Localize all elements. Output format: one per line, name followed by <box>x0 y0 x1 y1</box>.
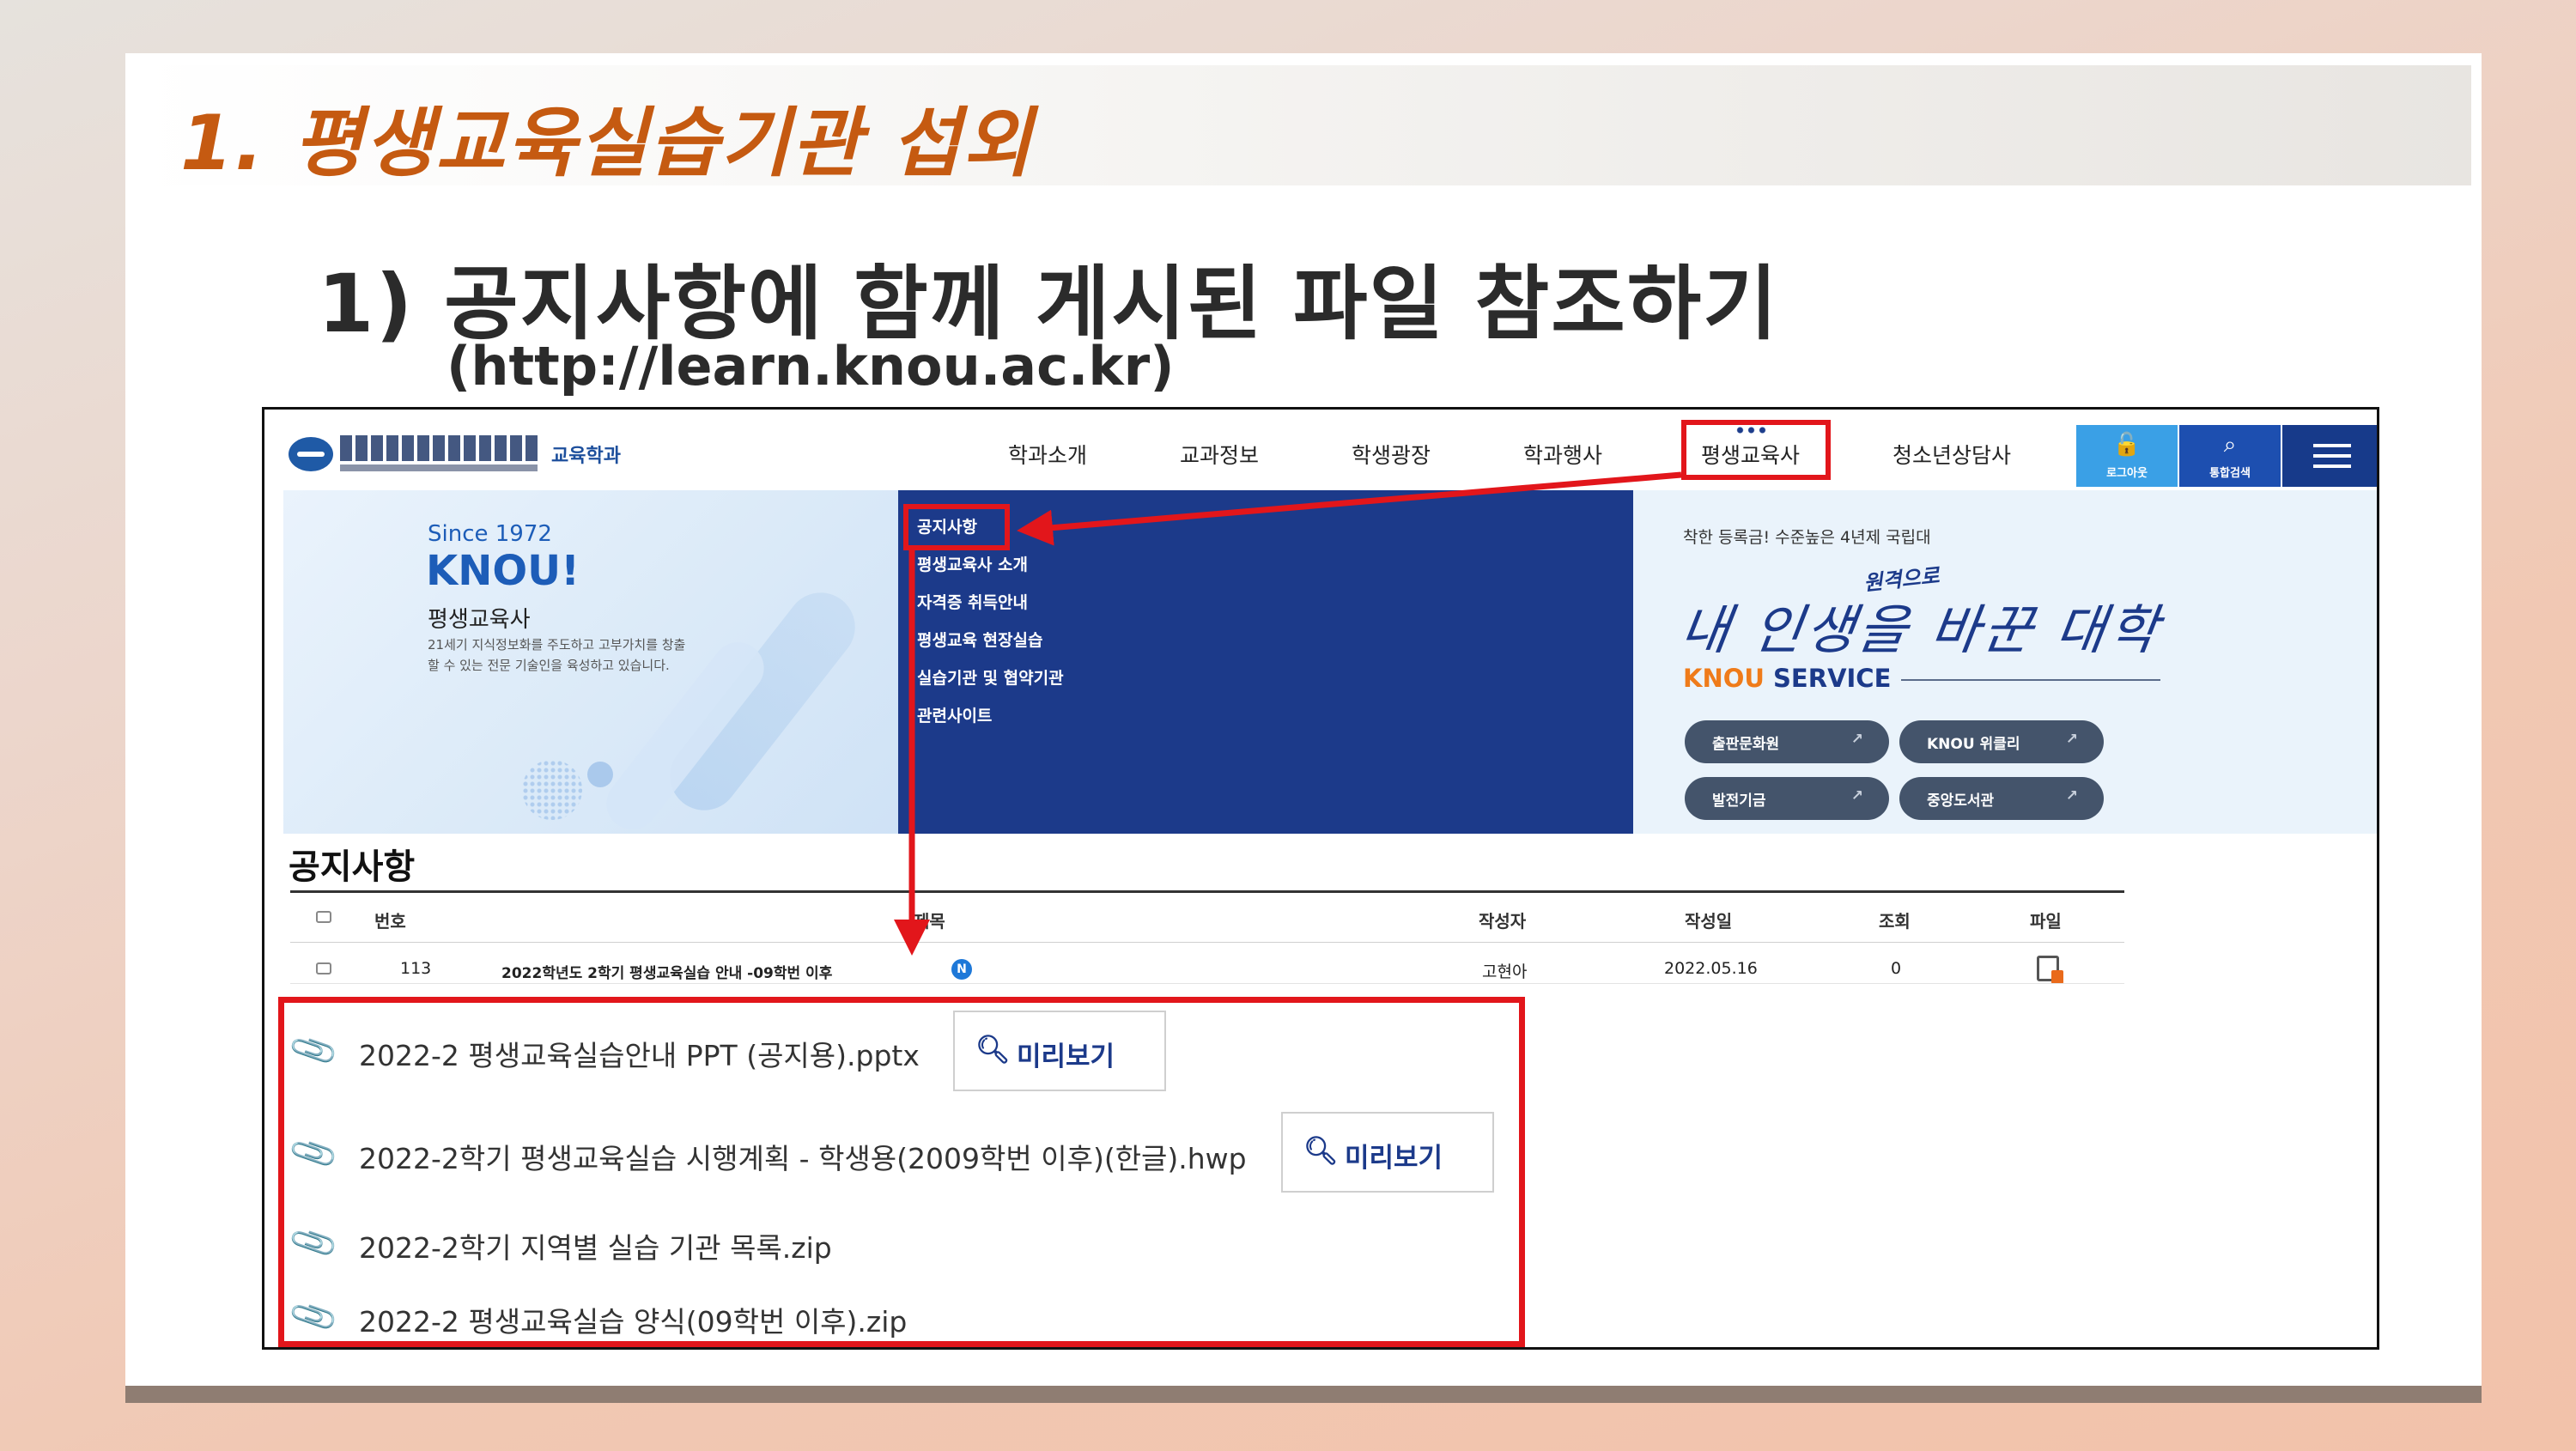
notice-board-title: 공지사항 <box>289 847 416 887</box>
service-label: KNOU SERVICE <box>1683 664 1891 693</box>
column-header-views: 조회 <box>1879 911 1911 932</box>
row-no: 113 <box>400 959 432 978</box>
logout-button[interactable]: 🔓 로그아웃 <box>2076 425 2178 487</box>
service-divider <box>1901 679 2160 681</box>
attachments-highlight-box <box>278 997 1525 1347</box>
external-link-icon: ↗ <box>1850 787 1863 804</box>
lock-icon: 🔓 <box>2112 432 2142 458</box>
university-logo-wordmark <box>340 435 538 461</box>
column-header-author: 작성자 <box>1479 911 1527 932</box>
column-header-file: 파일 <box>2030 911 2062 932</box>
row-views: 0 <box>1891 959 1902 978</box>
submenu-item-field-practice[interactable]: 평생교육 현장실습 <box>917 628 1042 651</box>
service-button-library[interactable]: 중앙도서관 ↗ <box>1899 777 2104 820</box>
slide-url: (http://learn.knou.ac.kr) <box>447 335 1175 398</box>
submenu-item-related-sites[interactable]: 관련사이트 <box>917 703 992 726</box>
search-label: 통합검색 <box>2209 467 2251 480</box>
service-label-accent: KNOU <box>1683 664 1765 693</box>
external-link-icon: ↗ <box>2065 787 2078 804</box>
banner-decoration <box>522 760 582 820</box>
logout-label: 로그아웃 <box>2106 467 2148 480</box>
nav-item-course-info[interactable]: 교과정보 <box>1180 439 1259 470</box>
dept-name[interactable]: 교육학과 <box>551 440 621 468</box>
row-title-link[interactable]: 2022학년도 2학기 평생교육실습 안내 -09학번 이후 <box>501 961 832 982</box>
submenu-highlight-box <box>903 504 1010 550</box>
service-button-label: 출판문화원 <box>1712 736 1780 753</box>
integrated-search-button[interactable]: ⌕ 통합검색 <box>2179 425 2281 487</box>
table-divider <box>290 983 2124 984</box>
slide-title: 1. 평생교육실습기관 섭외 <box>180 99 1034 187</box>
column-header-title: 제목 <box>914 911 945 932</box>
banner-description: 21세기 지식정보화를 주도하고 고부가치를 창출 할 수 있는 전문 기술인을… <box>428 634 685 676</box>
university-emblem-icon[interactable] <box>289 437 333 471</box>
nav-item-dept-events[interactable]: 학과행사 <box>1523 439 1602 470</box>
row-author: 고현아 <box>1482 962 1528 981</box>
row-date: 2022.05.16 <box>1664 959 1758 978</box>
submenu-item-educator-intro[interactable]: 평생교육사 소개 <box>917 552 1028 575</box>
service-button-label: KNOU 위클리 <box>1927 736 2020 753</box>
nav-highlight-box <box>1681 420 1831 480</box>
website-screenshot: 교육학과 학과소개 교과정보 학생광장 학과행사 평생교육사 청소년상담사 🔓 … <box>262 407 2379 1350</box>
university-logo[interactable] <box>340 435 538 473</box>
university-logo-subtitle <box>340 464 538 471</box>
service-button-label: 발전기금 <box>1712 792 1766 810</box>
nav-item-student-square[interactable]: 학생광장 <box>1352 439 1431 470</box>
service-label-rest: SERVICE <box>1764 664 1892 693</box>
service-button-weekly[interactable]: KNOU 위클리 ↗ <box>1899 720 2104 763</box>
banner-knou-title: KNOU! <box>426 547 580 595</box>
select-all-checkbox[interactable] <box>316 911 331 923</box>
nav-item-dept-intro[interactable]: 학과소개 <box>1008 439 1087 470</box>
service-slogan: 내 인생을 바꾼 대학 <box>1676 598 2166 661</box>
column-header-no: 번호 <box>374 911 406 932</box>
service-button-press[interactable]: 출판문화원 ↗ <box>1685 720 1889 763</box>
service-button-fund[interactable]: 발전기금 ↗ <box>1685 777 1889 820</box>
submenu-item-practice-institutions[interactable]: 실습기관 및 협약기관 <box>917 665 1064 689</box>
table-header-rule <box>290 890 2124 893</box>
new-badge: N <box>951 959 972 980</box>
external-link-icon: ↗ <box>1850 731 1863 748</box>
banner-desc-line: 21세기 지식정보화를 주도하고 고부가치를 창출 <box>428 637 686 653</box>
slide-bottom-bar <box>125 1386 2482 1403</box>
banner-decoration <box>587 762 613 787</box>
banner-dept-title: 평생교육사 <box>428 607 531 633</box>
nav-item-youth-counselor[interactable]: 청소년상담사 <box>1893 439 2011 470</box>
search-icon: ⌕ <box>2223 432 2237 458</box>
attachment-file-icon[interactable] <box>2037 956 2063 984</box>
service-tagline: 착한 등록금! 수준높은 4년제 국립대 <box>1683 528 1931 547</box>
external-link-icon: ↗ <box>2065 731 2078 748</box>
service-button-label: 중앙도서관 <box>1927 792 1995 810</box>
banner-desc-line: 할 수 있는 전문 기술인을 육성하고 있습니다. <box>428 658 670 673</box>
banner-since: Since 1972 <box>428 521 552 547</box>
column-header-date: 작성일 <box>1685 911 1733 932</box>
table-divider <box>290 942 2124 943</box>
row-checkbox[interactable] <box>316 962 331 974</box>
hamburger-menu-icon[interactable] <box>2282 425 2377 487</box>
submenu-item-license-guide[interactable]: 자격증 취득안내 <box>917 590 1028 613</box>
